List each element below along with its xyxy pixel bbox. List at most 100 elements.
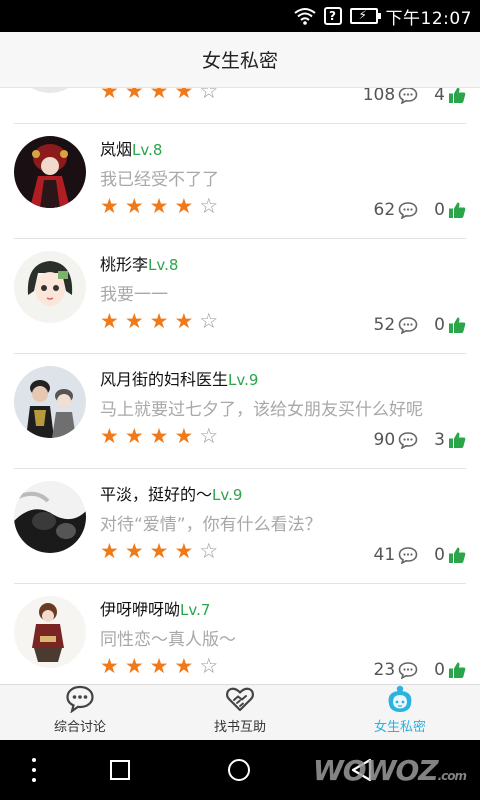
post-stats: 41 0 [374, 545, 466, 565]
star-empty-icon: ☆ [199, 539, 219, 563]
comment-icon[interactable] [398, 546, 418, 564]
star-filled-icon: ★ [100, 539, 119, 563]
post-stats: 23 0 [374, 660, 466, 680]
star-filled-icon: ★ [174, 309, 194, 333]
like-count: 0 [434, 200, 445, 220]
rating-stars: ★ ★ ★ ★ ☆ [100, 424, 218, 448]
post-list[interactable]: ★ ★ ★ ★ ☆ 108 4 岚烟Lv.8 我已经受不了了 ★ ★ ★ ★ ☆ 62 0 [0, 88, 480, 684]
rating-stars: ★ ★ ★ ★ ☆ [100, 194, 218, 218]
author-name[interactable]: 伊呀咿呀呦 [100, 600, 180, 619]
star-filled-icon: ★ [124, 194, 144, 218]
star-filled-icon: ★ [174, 194, 194, 218]
rating-stars: ★ ★ ★ ★ ☆ [100, 88, 218, 103]
rating-stars: ★ ★ ★ ★ ☆ [100, 309, 218, 333]
post-author[interactable]: 岚烟Lv.8 [100, 136, 162, 160]
girl-face-icon [388, 685, 412, 712]
list-item[interactable]: ★ ★ ★ ★ ☆ 108 4 [0, 88, 480, 124]
post-title[interactable]: 我要一一 [100, 280, 168, 305]
like-count: 0 [434, 660, 445, 680]
author-name[interactable]: 平淡，挺好的～ [100, 485, 212, 504]
author-level: Lv.7 [180, 601, 211, 619]
comment-icon[interactable] [398, 431, 418, 449]
thumbs-up-icon[interactable] [448, 88, 466, 104]
star-filled-icon: ★ [100, 309, 119, 333]
author-name[interactable]: 风月街的妇科医生 [100, 370, 228, 389]
avatar[interactable] [14, 136, 86, 208]
avatar[interactable] [14, 596, 86, 668]
comment-count: 108 [362, 88, 396, 105]
star-empty-icon: ☆ [199, 309, 219, 333]
home-button[interactable] [228, 759, 250, 781]
tab-label: 女生私密 [373, 720, 426, 735]
post-title[interactable]: 马上就要过七夕了，该给女朋友买什么好呢 [100, 395, 423, 420]
star-filled-icon: ★ [124, 424, 144, 448]
avatar[interactable] [14, 88, 86, 93]
handshake-heart-icon [226, 687, 254, 712]
comment-icon[interactable] [398, 316, 418, 334]
comment-icon[interactable] [398, 88, 418, 104]
star-filled-icon: ★ [149, 539, 169, 563]
menu-button[interactable] [31, 758, 37, 782]
sim-status-icon: ? [323, 7, 342, 25]
thumbs-up-icon[interactable] [448, 316, 466, 334]
author-level: Lv.8 [148, 256, 179, 274]
avatar[interactable] [14, 251, 86, 323]
list-item[interactable]: 伊呀咿呀呦Lv.7 同性恋～真人版～ ★ ★ ★ ★ ☆ 23 0 [0, 584, 480, 684]
status-bar: ? ⚡ 下午12:07 [0, 0, 480, 32]
like-count: 0 [434, 315, 445, 335]
watermark-text: WOWOZ [312, 754, 439, 787]
post-author[interactable]: 风月街的妇科医生Lv.9 [100, 366, 258, 390]
thumbs-up-icon[interactable] [448, 661, 466, 679]
star-filled-icon: ★ [124, 88, 144, 103]
page-title: 女生私密 [201, 50, 278, 72]
thumbs-up-icon[interactable] [448, 546, 466, 564]
comment-icon[interactable] [398, 201, 418, 219]
wifi-icon [293, 8, 316, 25]
star-empty-icon: ☆ [199, 654, 219, 678]
list-item[interactable]: 风月街的妇科医生Lv.9 马上就要过七夕了，该给女朋友买什么好呢 ★ ★ ★ ★ ☆ 9… [0, 354, 480, 469]
tab-discussion[interactable]: 综合讨论 [0, 685, 160, 740]
post-author[interactable]: 伊呀咿呀呦Lv.7 [100, 596, 210, 620]
like-count: 0 [434, 545, 445, 565]
post-author[interactable]: 平淡，挺好的～Lv.9 [100, 481, 242, 505]
post-title[interactable]: 同性恋～真人版～ [100, 625, 236, 650]
post-title[interactable]: 对待“爱情”，你有什么看法？ [100, 510, 322, 535]
comment-count: 41 [373, 545, 396, 565]
chat-bubble-icon [66, 685, 94, 713]
system-nav-bar: WOWOZ.com [0, 740, 480, 800]
tab-book-help[interactable]: 找书互助 [160, 685, 320, 740]
comment-icon[interactable] [398, 661, 418, 679]
star-empty-icon: ☆ [199, 88, 219, 103]
comment-count: 90 [373, 430, 396, 450]
bottom-tab-bar: 综合讨论 找书互助 女生私密 [0, 684, 480, 740]
avatar[interactable] [14, 481, 86, 553]
star-filled-icon: ★ [174, 539, 194, 563]
tab-label: 综合讨论 [53, 720, 106, 735]
star-filled-icon: ★ [174, 654, 194, 678]
post-author[interactable]: 桃形李Lv.8 [100, 251, 178, 275]
author-level: Lv.8 [132, 141, 163, 159]
author-level: Lv.9 [212, 486, 243, 504]
author-name[interactable]: 桃形李 [100, 255, 148, 274]
star-filled-icon: ★ [149, 309, 169, 333]
star-filled-icon: ★ [149, 194, 169, 218]
avatar[interactable] [14, 366, 86, 438]
list-item[interactable]: 岚烟Lv.8 我已经受不了了 ★ ★ ★ ★ ☆ 62 0 [0, 124, 480, 239]
tab-label: 找书互助 [213, 720, 266, 735]
like-count: 3 [434, 430, 445, 450]
recent-apps-button[interactable] [110, 760, 130, 780]
post-stats: 52 0 [374, 315, 466, 335]
post-title[interactable]: 我已经受不了了 [100, 165, 219, 190]
star-filled-icon: ★ [124, 309, 144, 333]
list-item[interactable]: 平淡，挺好的～Lv.9 对待“爱情”，你有什么看法？ ★ ★ ★ ★ ☆ 41 0 [0, 469, 480, 584]
comment-count: 52 [373, 315, 396, 335]
star-filled-icon: ★ [124, 539, 144, 563]
star-filled-icon: ★ [149, 424, 169, 448]
thumbs-up-icon[interactable] [448, 201, 466, 219]
author-name[interactable]: 岚烟 [100, 140, 132, 159]
tab-girls-private[interactable]: 女生私密 [320, 685, 480, 740]
star-filled-icon: ★ [100, 424, 119, 448]
list-item[interactable]: 桃形李Lv.8 我要一一 ★ ★ ★ ★ ☆ 52 0 [0, 239, 480, 354]
thumbs-up-icon[interactable] [448, 431, 466, 449]
star-filled-icon: ★ [100, 88, 119, 103]
